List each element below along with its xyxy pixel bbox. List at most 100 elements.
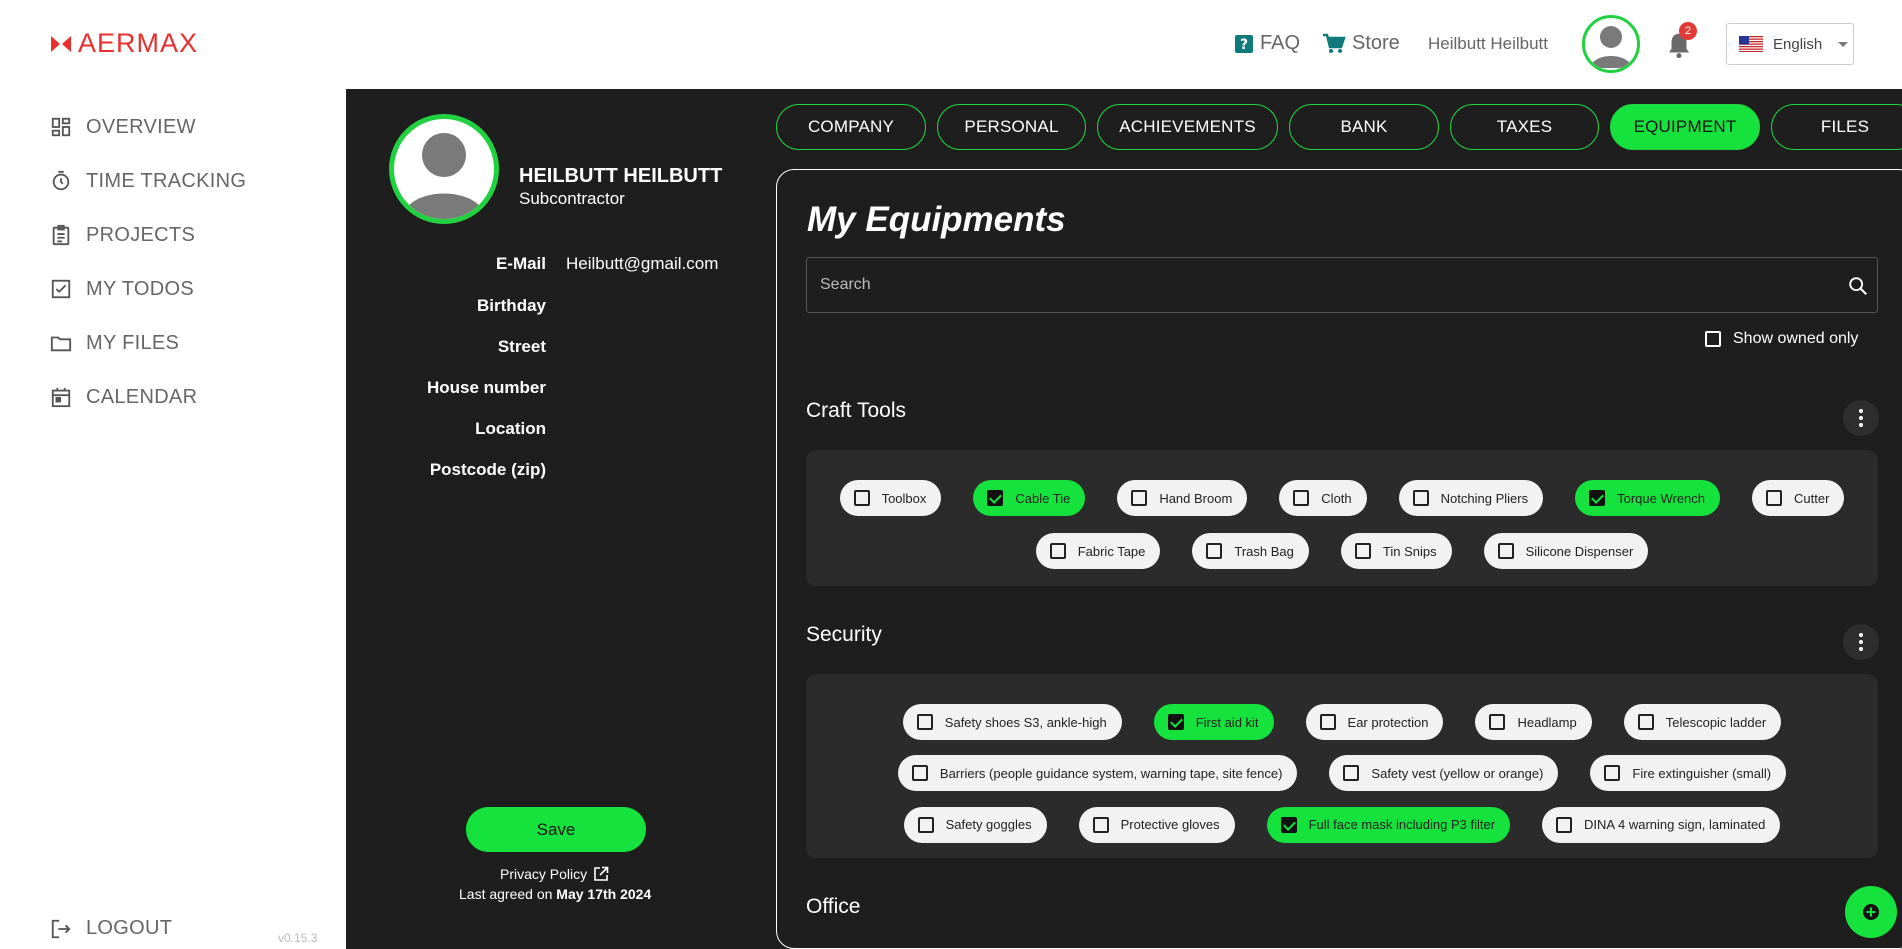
agreed-date: May 17th 2024 bbox=[556, 886, 652, 902]
add-circle-icon bbox=[1863, 904, 1879, 920]
equipment-chip-safety-vest[interactable]: Safety vest (yellow or orange) bbox=[1329, 755, 1559, 792]
profile-role: Subcontractor bbox=[519, 189, 625, 208]
email-value[interactable]: Heilbutt@gmail.com bbox=[566, 254, 718, 274]
app-logo[interactable]: AERMAX bbox=[50, 28, 198, 59]
equipment-chip-cable-tie[interactable]: Cable Tie bbox=[973, 480, 1086, 516]
equipment-chip-first-aid-kit[interactable]: First aid kit bbox=[1153, 704, 1274, 740]
privacy-policy-link[interactable]: Privacy Policy bbox=[500, 866, 609, 882]
add-equipment-button[interactable] bbox=[1845, 886, 1897, 938]
sidebar-item-overview[interactable]: OVERVIEW bbox=[50, 100, 246, 154]
field-postcode: Postcode (zip) bbox=[346, 460, 746, 484]
sidebar-item-time-tracking[interactable]: TIME TRACKING bbox=[50, 154, 246, 208]
timer-icon bbox=[52, 170, 70, 191]
tab-bank[interactable]: BANK bbox=[1289, 104, 1439, 150]
search-input[interactable] bbox=[807, 258, 1877, 312]
chevron-down-icon bbox=[1838, 41, 1849, 47]
show-owned-checkbox[interactable]: Show owned only bbox=[1705, 330, 1858, 348]
tab-files[interactable]: FILES bbox=[1771, 104, 1902, 150]
language-select[interactable]: English bbox=[1726, 23, 1854, 65]
checkbox bbox=[1604, 765, 1621, 782]
logout-icon bbox=[51, 919, 71, 938]
field-label: Street bbox=[497, 337, 546, 356]
equipment-chip-toolbox[interactable]: Toolbox bbox=[839, 480, 942, 516]
tab-achievements[interactable]: ACHIEVEMENTS bbox=[1097, 104, 1278, 150]
more-options-button[interactable] bbox=[1843, 624, 1879, 660]
sidebar-item-label: TIME TRACKING bbox=[86, 169, 247, 192]
equipment-chip-trash-bag[interactable]: Trash Bag bbox=[1192, 533, 1309, 569]
chip-label: First aid kit bbox=[1195, 714, 1259, 730]
security-list: Safety shoes S3, ankle-high First aid ki… bbox=[806, 674, 1878, 858]
chip-label: Fire extinguisher (small) bbox=[1632, 765, 1772, 781]
chip-label: Ear protection bbox=[1347, 714, 1429, 730]
chip-label: Tin Snips bbox=[1382, 543, 1437, 559]
checkbox bbox=[1319, 714, 1336, 730]
equipment-chip-fire-extinguisher[interactable]: Fire extinguisher (small) bbox=[1590, 755, 1787, 792]
checkbox bbox=[1049, 543, 1066, 559]
field-label: E-Mail bbox=[495, 254, 546, 273]
equipment-chip-fabric-tape[interactable]: Fabric Tape bbox=[1035, 533, 1161, 569]
tab-personal[interactable]: PERSONAL bbox=[937, 104, 1086, 150]
privacy-policy-label: Privacy Policy bbox=[500, 866, 588, 882]
dot bbox=[1859, 416, 1863, 420]
checkbox bbox=[987, 490, 1004, 506]
equipment-chip-protective-gloves[interactable]: Protective gloves bbox=[1078, 806, 1235, 843]
sidebar-item-my-todos[interactable]: MY TODOS bbox=[50, 262, 246, 316]
equipment-chip-full-face-mask[interactable]: Full face mask including P3 filter bbox=[1266, 806, 1511, 843]
sidebar-item-label: PROJECTS bbox=[86, 223, 196, 246]
chip-label: Telescopic ladder bbox=[1665, 714, 1767, 730]
notification-badge: 2 bbox=[1679, 22, 1697, 40]
dot bbox=[1859, 640, 1863, 644]
equipment-chip-ear-protection[interactable]: Ear protection bbox=[1305, 704, 1444, 740]
equipment-chip-tin-snips[interactable]: Tin Snips bbox=[1340, 533, 1452, 569]
chip-label: Headlamp bbox=[1517, 714, 1577, 730]
chip-label: Torque Wrench bbox=[1617, 490, 1706, 506]
field-location: Location bbox=[346, 419, 746, 443]
equipment-chip-warning-sign[interactable]: DINA 4 warning sign, laminated bbox=[1542, 806, 1781, 843]
tab-company[interactable]: COMPANY bbox=[776, 104, 926, 150]
sidebar-item-label: MY FILES bbox=[86, 331, 180, 354]
checkbox bbox=[1167, 714, 1184, 730]
equipment-chip-telescopic-ladder[interactable]: Telescopic ladder bbox=[1623, 704, 1782, 740]
equipment-chip-hand-broom[interactable]: Hand Broom bbox=[1117, 480, 1248, 516]
sidebar-item-projects[interactable]: PROJECTS bbox=[50, 208, 246, 262]
svg-text:?: ? bbox=[1240, 37, 1248, 53]
person-icon bbox=[402, 133, 486, 219]
equipment-chip-torque-wrench[interactable]: Torque Wrench bbox=[1575, 480, 1721, 516]
equipment-chip-notching-pliers[interactable]: Notching Pliers bbox=[1398, 480, 1544, 516]
sidebar: AERMAX OVERVIEW TIME TRACKING PROJECTS M… bbox=[0, 0, 346, 949]
checkbox bbox=[1131, 490, 1148, 506]
faq-link[interactable]: ? FAQ bbox=[1234, 32, 1300, 55]
field-email: E-Mail Heilbutt@gmail.com bbox=[346, 254, 746, 278]
chip-label: Cloth bbox=[1321, 490, 1352, 506]
profile-avatar bbox=[389, 114, 499, 224]
checkbox bbox=[1766, 490, 1783, 506]
equipment-chip-headlamp[interactable]: Headlamp bbox=[1475, 704, 1592, 740]
checkbox bbox=[1556, 816, 1573, 833]
search-icon[interactable] bbox=[1847, 275, 1869, 297]
sidebar-item-calendar[interactable]: CALENDAR bbox=[50, 370, 246, 424]
store-label: Store bbox=[1352, 32, 1400, 54]
chip-label: Cable Tie bbox=[1015, 490, 1071, 506]
tab-equipment[interactable]: EQUIPMENT bbox=[1610, 104, 1760, 150]
equipment-chip-silicone-dispenser[interactable]: Silicone Dispenser bbox=[1483, 533, 1649, 569]
user-avatar[interactable] bbox=[1582, 15, 1640, 73]
craft-tools-list: Toolbox Cable Tie Hand Broom Cloth Notch… bbox=[806, 450, 1878, 586]
equipment-chip-cutter[interactable]: Cutter bbox=[1752, 480, 1845, 516]
dot bbox=[1859, 633, 1863, 637]
store-link[interactable]: Store bbox=[1322, 32, 1400, 55]
tab-taxes[interactable]: TAXES bbox=[1450, 104, 1599, 150]
main-content: HEILBUTT HEILBUTT Subcontractor E-Mail H… bbox=[346, 89, 1902, 949]
equipment-chip-cloth[interactable]: Cloth bbox=[1279, 480, 1367, 516]
more-options-button[interactable] bbox=[1843, 400, 1879, 436]
user-name: Heilbutt Heilbutt bbox=[1428, 34, 1549, 53]
save-button[interactable]: Save bbox=[466, 807, 646, 852]
equipment-chip-barriers[interactable]: Barriers (people guidance system, warnin… bbox=[897, 755, 1298, 792]
chip-label: Safety vest (yellow or orange) bbox=[1371, 765, 1544, 781]
equipment-chip-safety-shoes[interactable]: Safety shoes S3, ankle-high bbox=[902, 704, 1122, 740]
field-label: Birthday bbox=[477, 296, 546, 315]
help-icon: ? bbox=[1235, 34, 1253, 53]
equipment-chip-safety-goggles[interactable]: Safety goggles bbox=[903, 806, 1047, 843]
sidebar-item-my-files[interactable]: MY FILES bbox=[50, 316, 246, 370]
dot bbox=[1859, 647, 1863, 651]
logout-button[interactable]: LOGOUT bbox=[50, 917, 172, 940]
